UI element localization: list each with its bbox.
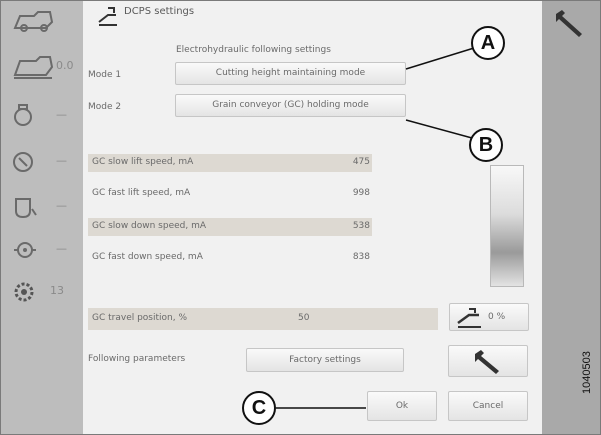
callout-b: B xyxy=(469,128,503,162)
figure-number: 1040503 xyxy=(581,351,593,394)
callout-leader-lines xyxy=(276,47,475,409)
callout-a: A xyxy=(471,26,505,60)
callout-c: C xyxy=(242,391,276,425)
